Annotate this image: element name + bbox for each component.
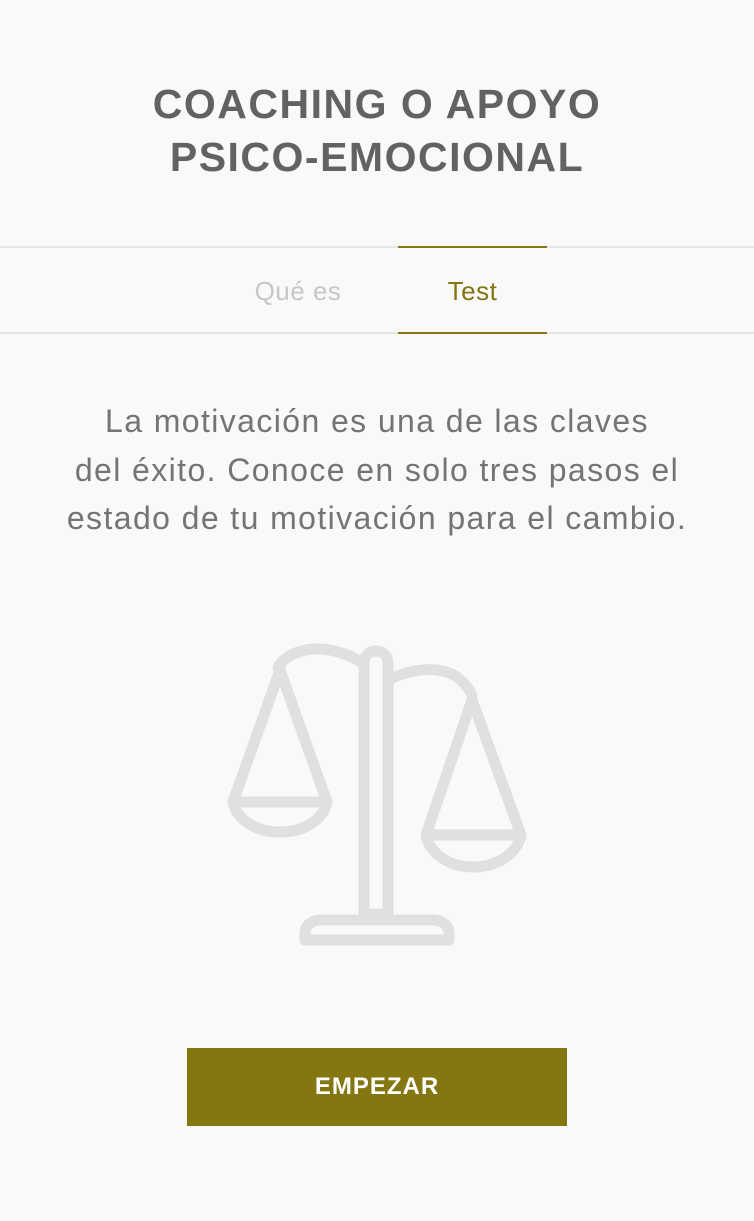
description-line-3: estado de tu motivación para el cambio.	[66, 500, 688, 536]
scale-left-chains	[227, 664, 333, 808]
screen: COACHING O APOYO PSICO-EMOCIONAL Qué es …	[0, 0, 754, 1221]
page-title: COACHING O APOYO PSICO-EMOCIONAL	[0, 78, 754, 184]
tab-que-es[interactable]: Qué es	[230, 248, 366, 332]
start-button[interactable]: EMPEZAR	[187, 1048, 567, 1126]
description-line-2: del éxito. Conoce en solo tres pasos el	[74, 451, 680, 488]
scale-beam-right	[382, 664, 478, 701]
tab-bar: Qué es Test	[0, 246, 754, 334]
scale-base	[299, 914, 455, 946]
scale-beam-left	[272, 643, 370, 674]
tab-test[interactable]: Test	[398, 246, 547, 334]
page-title-line-2: PSICO-EMOCIONAL	[169, 134, 585, 180]
page-title-line-1: COACHING O APOYO	[152, 81, 602, 127]
balance-scale-icon	[222, 640, 532, 952]
description-line-1: La motivación es una de las claves	[105, 403, 649, 439]
description: La motivación es una de las claves del é…	[30, 397, 724, 543]
scale-right-chains	[420, 694, 527, 841]
scale-pillar	[358, 645, 394, 920]
